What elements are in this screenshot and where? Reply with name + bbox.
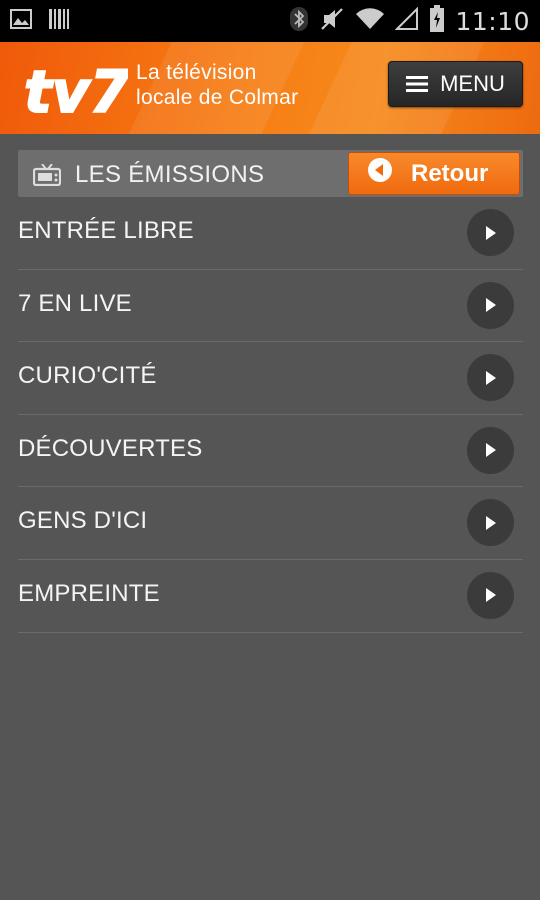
list-item-empreinte[interactable]: EMPREINTE bbox=[18, 560, 523, 633]
barcode-icon bbox=[48, 8, 70, 35]
chevron-right-icon[interactable] bbox=[467, 281, 514, 329]
menu-button-label: MENU bbox=[440, 71, 505, 96]
list-item-decouvertes[interactable]: DÉCOUVERTES bbox=[18, 415, 523, 488]
chevron-right-icon[interactable] bbox=[467, 571, 514, 619]
battery-icon bbox=[429, 4, 445, 38]
tagline-line2: locale de Colmar bbox=[136, 86, 299, 109]
list-item-label: 7 EN LIVE bbox=[18, 289, 132, 317]
section-title: LES ÉMISSIONS bbox=[75, 161, 265, 188]
list-item-curiocite[interactable]: CURIO'CITÉ bbox=[18, 342, 523, 415]
clock-time: 11:10 bbox=[455, 6, 530, 36]
list-item-7-en-live[interactable]: 7 EN LIVE bbox=[18, 270, 523, 343]
signal-icon bbox=[395, 6, 419, 36]
menu-button[interactable]: MENU bbox=[388, 61, 523, 107]
bluetooth-icon bbox=[289, 6, 309, 37]
list-item-label: CURIO'CITÉ bbox=[18, 362, 157, 390]
tv-icon bbox=[32, 163, 62, 191]
back-button-label: Retour bbox=[411, 159, 489, 187]
app-tagline: La télévision locale de Colmar bbox=[136, 60, 298, 110]
back-button[interactable]: Retour bbox=[348, 152, 520, 195]
list-item-label: DÉCOUVERTES bbox=[18, 434, 203, 462]
tv7-logo[interactable]: tv7 bbox=[22, 52, 132, 127]
list-item-entree-libre[interactable]: ENTRÉE LIBRE bbox=[18, 197, 523, 270]
image-icon bbox=[10, 8, 32, 34]
wifi-icon bbox=[355, 7, 385, 36]
chevron-right-icon[interactable] bbox=[467, 426, 514, 474]
app-header: tv7 La télévision locale de Colmar MENU bbox=[0, 42, 540, 134]
status-bar: 11:10 bbox=[0, 0, 540, 42]
list-item-label: EMPREINTE bbox=[18, 579, 160, 607]
chevron-right-icon[interactable] bbox=[467, 354, 514, 402]
list-item-label: ENTRÉE LIBRE bbox=[18, 217, 194, 244]
hamburger-icon bbox=[406, 75, 429, 93]
back-arrow-icon bbox=[367, 157, 393, 190]
list-item-gens-dici[interactable]: GENS D'ICI bbox=[18, 487, 523, 560]
svg-text:tv7: tv7 bbox=[24, 58, 128, 126]
chevron-right-icon[interactable] bbox=[467, 499, 514, 547]
list-item-label: GENS D'ICI bbox=[18, 507, 148, 535]
tagline-line1: La télévision bbox=[136, 61, 257, 84]
chevron-right-icon[interactable] bbox=[467, 209, 514, 256]
emissions-list: ENTRÉE LIBRE 7 EN LIVE CURIO'CITÉ DÉCOUV… bbox=[18, 197, 523, 633]
mute-icon bbox=[319, 6, 345, 37]
